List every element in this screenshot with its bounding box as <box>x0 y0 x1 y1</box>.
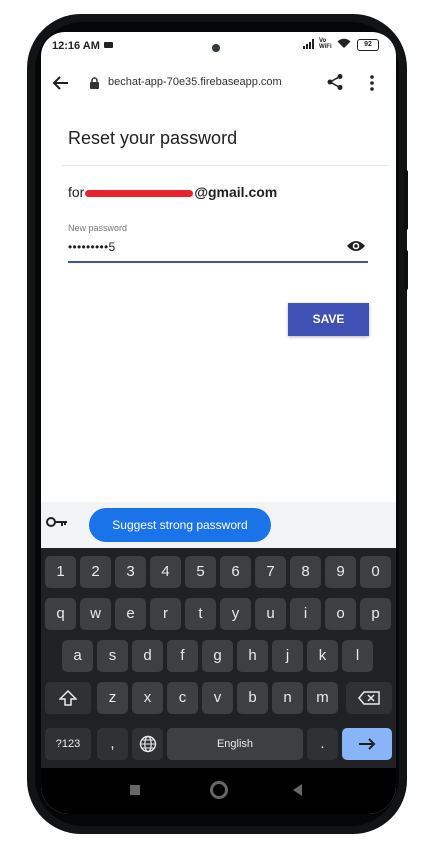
comma-key[interactable]: , <box>97 728 128 760</box>
more-options-icon[interactable] <box>369 74 375 92</box>
arrow-right-icon <box>359 738 376 750</box>
letter-row-a: a s d f g h j k l <box>41 640 396 672</box>
keyboard: 1 2 3 4 5 6 7 8 9 0 q w e r t y u i o p … <box>41 548 396 768</box>
number-row: 1 2 3 4 5 6 7 8 9 0 <box>41 556 396 588</box>
key-0[interactable]: 0 <box>360 556 391 588</box>
power-button <box>404 250 408 290</box>
key-n[interactable]: n <box>272 682 303 714</box>
nav-back-icon[interactable] <box>293 784 302 796</box>
email-prefix: for <box>68 184 85 200</box>
url-text[interactable]: bechat-app-70e35.firebaseapp.com <box>108 76 282 88</box>
home-icon[interactable] <box>210 781 228 799</box>
key-u[interactable]: u <box>255 598 286 630</box>
period-key[interactable]: . <box>307 728 338 760</box>
volume-button <box>404 170 408 230</box>
key-g[interactable]: g <box>202 640 233 672</box>
backspace-icon <box>358 691 380 705</box>
title-divider <box>61 165 388 166</box>
key-j[interactable]: j <box>272 640 303 672</box>
shift-key[interactable] <box>45 682 91 714</box>
key-3[interactable]: 3 <box>115 556 146 588</box>
wifi-icon <box>337 38 351 48</box>
redaction-mark <box>85 189 194 197</box>
bottom-row: ?123 , English . <box>41 728 396 760</box>
key-v[interactable]: v <box>202 682 233 714</box>
key-w[interactable]: w <box>80 598 111 630</box>
globe-key[interactable] <box>132 728 163 760</box>
key-8[interactable]: 8 <box>290 556 321 588</box>
key-i[interactable]: i <box>290 598 321 630</box>
password-label: New password <box>68 223 128 233</box>
key-s[interactable]: s <box>97 640 128 672</box>
battery-indicator: 92 <box>357 39 379 51</box>
key-d[interactable]: d <box>132 640 163 672</box>
key-f[interactable]: f <box>167 640 198 672</box>
key-z[interactable]: z <box>97 682 128 714</box>
space-key[interactable]: English <box>167 728 303 760</box>
system-nav-bar <box>41 768 396 814</box>
screen: 12:16 AM Vo WiFi 92 bechat-app-70e35.fir… <box>41 32 396 814</box>
globe-icon <box>139 735 156 753</box>
key-9[interactable]: 9 <box>325 556 356 588</box>
key-t[interactable]: t <box>185 598 216 630</box>
backspace-key[interactable] <box>346 682 392 714</box>
key-7[interactable]: 7 <box>255 556 286 588</box>
key-h[interactable]: h <box>237 640 268 672</box>
vowifi-indicator: Vo WiFi <box>319 38 332 50</box>
key-x[interactable]: x <box>132 682 163 714</box>
key-icon[interactable] <box>46 516 68 528</box>
key-a[interactable]: a <box>62 640 93 672</box>
status-time: 12:16 AM <box>52 40 100 52</box>
key-6[interactable]: 6 <box>220 556 251 588</box>
key-r[interactable]: r <box>150 598 181 630</box>
signal-icon <box>303 39 314 49</box>
enter-key[interactable] <box>342 728 392 760</box>
autofill-strip: Suggest strong password <box>41 502 396 548</box>
share-icon[interactable] <box>326 73 344 91</box>
email-domain: @gmail.com <box>194 184 278 200</box>
key-1[interactable]: 1 <box>45 556 76 588</box>
key-l[interactable]: l <box>342 640 373 672</box>
vowifi-bottom: WiFi <box>319 44 332 50</box>
suggest-password-chip[interactable]: Suggest strong password <box>89 508 271 542</box>
key-k[interactable]: k <box>307 640 338 672</box>
save-button[interactable]: SAVE <box>288 303 369 336</box>
key-m[interactable]: m <box>307 682 338 714</box>
browser-toolbar: bechat-app-70e35.firebaseapp.com <box>41 64 396 102</box>
key-o[interactable]: o <box>325 598 356 630</box>
key-q[interactable]: q <box>45 598 76 630</box>
key-p[interactable]: p <box>360 598 391 630</box>
media-icon <box>104 42 113 48</box>
show-password-eye-icon[interactable] <box>346 239 366 253</box>
key-b[interactable]: b <box>237 682 268 714</box>
password-input[interactable]: •••••••••5 <box>68 240 115 254</box>
front-camera <box>212 44 220 52</box>
page-title: Reset your password <box>68 128 238 148</box>
key-c[interactable]: c <box>167 682 198 714</box>
shift-icon <box>58 689 78 706</box>
letter-row-z: z x c v b n m <box>41 682 396 714</box>
key-4[interactable]: 4 <box>150 556 181 588</box>
key-e[interactable]: e <box>115 598 146 630</box>
account-email: for @gmail.com <box>68 184 277 200</box>
recents-icon[interactable] <box>130 785 140 795</box>
password-underline <box>68 261 368 263</box>
lock-icon[interactable] <box>89 77 100 89</box>
key-y[interactable]: y <box>220 598 251 630</box>
back-arrow-icon[interactable] <box>51 73 71 93</box>
letter-row-q: q w e r t y u i o p <box>41 598 396 630</box>
key-5[interactable]: 5 <box>185 556 216 588</box>
symbols-key[interactable]: ?123 <box>45 728 91 760</box>
key-2[interactable]: 2 <box>80 556 111 588</box>
